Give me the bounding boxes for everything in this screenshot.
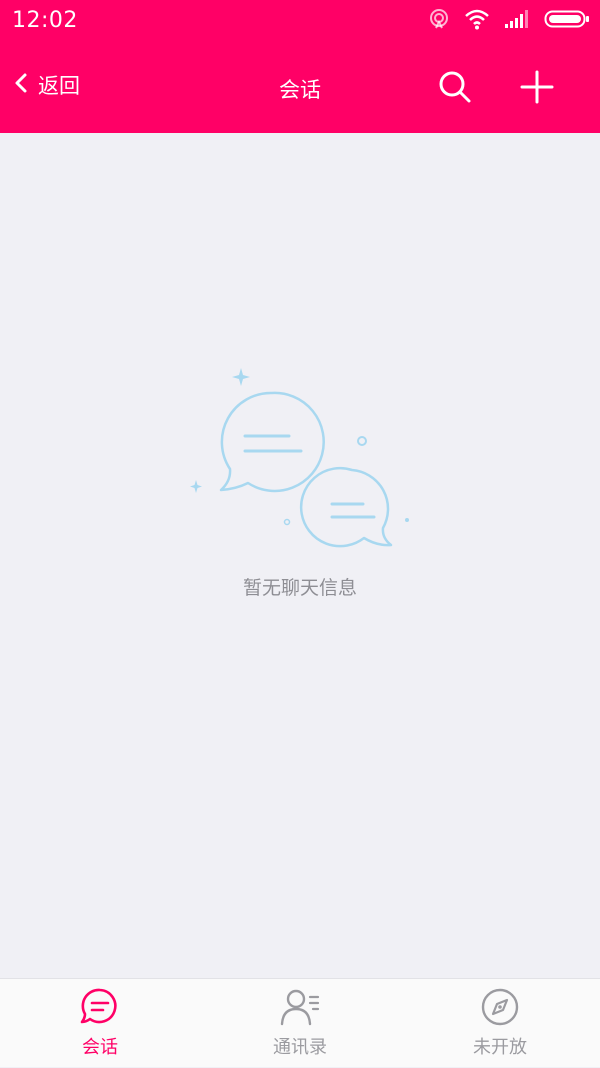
compass-icon — [480, 987, 520, 1027]
tab-contacts[interactable]: 通讯录 — [200, 979, 400, 1068]
tab-label: 未开放 — [473, 1037, 527, 1058]
chat-icon — [80, 987, 120, 1027]
add-button[interactable] — [518, 68, 556, 106]
empty-state-message: 暂无聊天信息 — [242, 577, 357, 599]
wifi-icon — [464, 8, 490, 34]
battery-icon — [544, 9, 590, 33]
bottom-tab-bar: 会话 通讯录 未开放 — [0, 978, 600, 1067]
status-icons — [428, 8, 590, 34]
search-icon — [436, 71, 474, 110]
status-time: 12:02 — [12, 8, 78, 33]
tab-label: 通讯录 — [273, 1037, 327, 1058]
top-app-bar: 返回 会话 — [0, 44, 600, 133]
hotspot-icon — [428, 8, 450, 34]
tab-unavailable[interactable]: 未开放 — [400, 979, 600, 1068]
chat-bubbles-icon — [188, 368, 418, 558]
page-title: 会话 — [279, 78, 321, 102]
conversation-list: 暂无聊天信息 — [0, 133, 600, 978]
contacts-icon — [280, 987, 320, 1027]
plus-icon — [518, 70, 556, 110]
search-button[interactable] — [436, 68, 474, 106]
signal-icon — [504, 9, 530, 33]
tab-label: 会话 — [82, 1037, 118, 1058]
status-bar: 12:02 — [0, 0, 600, 44]
tab-conversations[interactable]: 会话 — [0, 979, 200, 1068]
